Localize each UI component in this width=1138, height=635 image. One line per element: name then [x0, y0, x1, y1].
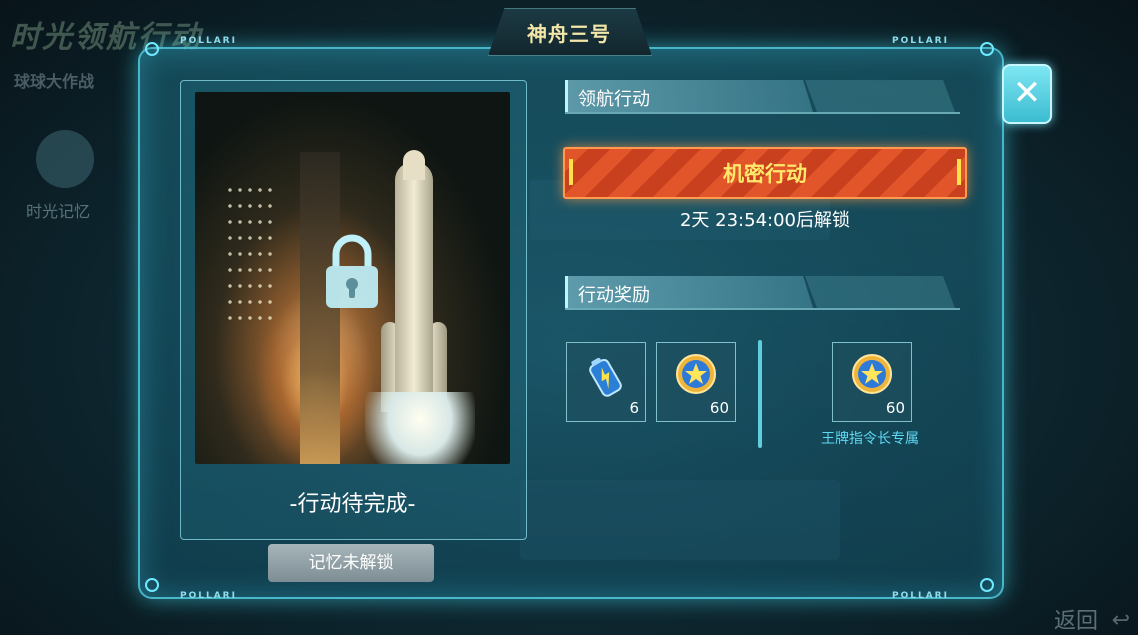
corner-decoration	[980, 42, 994, 56]
reward-divider	[758, 340, 762, 448]
back-arrow-icon: ↩	[1111, 608, 1130, 633]
close-icon: ✕	[1012, 73, 1042, 113]
reward-count: 6	[629, 399, 639, 417]
reward-item[interactable]: 60	[656, 342, 736, 422]
background-back-label: 返回	[1053, 609, 1098, 634]
background-avatar	[36, 130, 94, 188]
header-underline	[565, 308, 960, 310]
close-button[interactable]: ✕	[1002, 64, 1052, 124]
header-underline	[565, 112, 960, 114]
exclusive-label: 王牌指令长专属	[821, 431, 919, 447]
background-side-label: 时光记忆	[26, 202, 91, 221]
rocket-nose	[403, 150, 425, 180]
memory-unlock-button[interactable]: 记忆未解锁	[268, 544, 434, 582]
dialog-title: 神舟三号	[527, 22, 611, 46]
rocket-body	[395, 162, 433, 402]
rewards-header: 行动奖励	[578, 285, 650, 306]
mission-status: -行动待完成-	[289, 492, 416, 517]
background-subtitle: 球球大作战	[14, 72, 95, 91]
star-badge-icon	[852, 354, 892, 394]
reward-count: 60	[885, 399, 905, 417]
corner-decoration	[145, 42, 159, 56]
reward-item[interactable]: 6	[566, 342, 646, 422]
star-badge-icon	[676, 354, 716, 394]
lock-icon	[326, 234, 378, 308]
rewards-header-tail	[805, 276, 955, 308]
energy-battery-icon	[589, 357, 622, 397]
reward-count: 60	[709, 399, 729, 417]
brand-mark: POLLARI	[892, 591, 949, 601]
brand-mark: POLLARI	[180, 36, 237, 46]
brand-mark: POLLARI	[892, 36, 949, 46]
mission-header: 领航行动	[578, 89, 650, 110]
exclusive-reward-item[interactable]: 60	[832, 342, 912, 422]
brand-mark: POLLARI	[180, 591, 237, 601]
corner-decoration	[980, 578, 994, 592]
secret-mission-label: 机密行动	[723, 162, 807, 186]
unlock-countdown: 2天 23:54:00后解锁	[679, 210, 850, 231]
mission-header-tail	[805, 80, 955, 112]
launch-plume	[365, 392, 475, 464]
corner-decoration	[145, 578, 159, 592]
building-lights	[225, 182, 275, 332]
